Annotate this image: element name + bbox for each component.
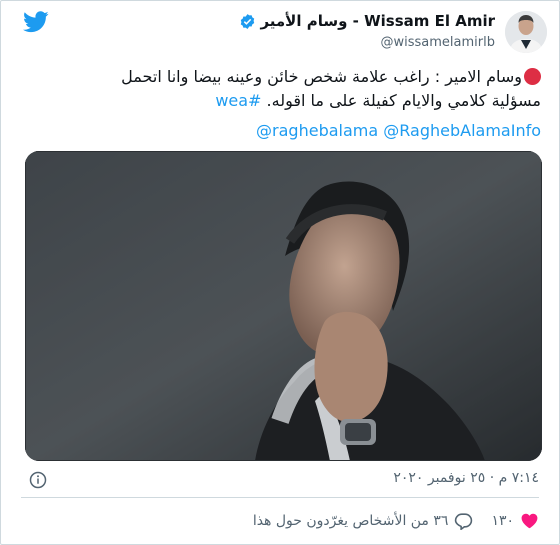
author-display-name[interactable]: وسام الأمير - Wissam El Amir: [239, 12, 495, 30]
display-name-text: وسام الأمير - Wissam El Amir: [260, 12, 495, 30]
reply-button[interactable]: ٣٦ من الأشخاص يغرّدون حول هذا: [253, 511, 474, 530]
tweet-embed-card: وسام الأمير - Wissam El Amir @wissamelam…: [0, 0, 560, 545]
info-icon[interactable]: [29, 471, 47, 489]
heart-icon: [521, 513, 538, 529]
mention-raghebalamainfo[interactable]: @RaghebAlamaInfo: [383, 121, 541, 140]
tweet-timestamp[interactable]: ٧:١٤ م · ٢٥ نوفمبر ٢٠٢٠: [393, 470, 539, 486]
tweet-media-image[interactable]: [25, 151, 542, 461]
like-button[interactable]: ١٣٠: [491, 511, 539, 530]
reply-bubble-icon: [455, 513, 473, 530]
author-names[interactable]: وسام الأمير - Wissam El Amir @wissamelam…: [239, 12, 495, 50]
avatar[interactable]: [505, 11, 547, 53]
twitter-bird-icon[interactable]: [23, 11, 49, 33]
tweet-text: وسام الامير : راغب علامة شخص خائن وعينه …: [21, 65, 541, 113]
avatar-image: [505, 11, 547, 53]
tweet-actions: ١٣٠ ٣٦ من الأشخاص يغرّدون حول هذا: [235, 511, 539, 530]
reply-text: ٣٦ من الأشخاص يغرّدون حول هذا: [252, 512, 449, 529]
verified-badge-icon: [241, 13, 255, 29]
like-count: ١٣٠: [491, 512, 514, 529]
mention-raghebalama[interactable]: @raghebalama: [256, 121, 378, 140]
hashtag-link[interactable]: #wea: [215, 91, 261, 110]
video-still-image: [25, 151, 542, 461]
mentions-line: @raghebalama @RaghebAlamaInfo: [256, 121, 541, 140]
red-circle-icon: [524, 68, 541, 85]
divider: [21, 497, 539, 498]
tweet-text-line2: مسؤلية كلامي والايام كفيلة على ما اقوله.: [266, 91, 541, 110]
tweet-text-line1: وسام الامير : راغب علامة شخص خائن وعينه …: [121, 67, 522, 86]
author-handle[interactable]: @wissamelamirlb: [239, 35, 495, 50]
